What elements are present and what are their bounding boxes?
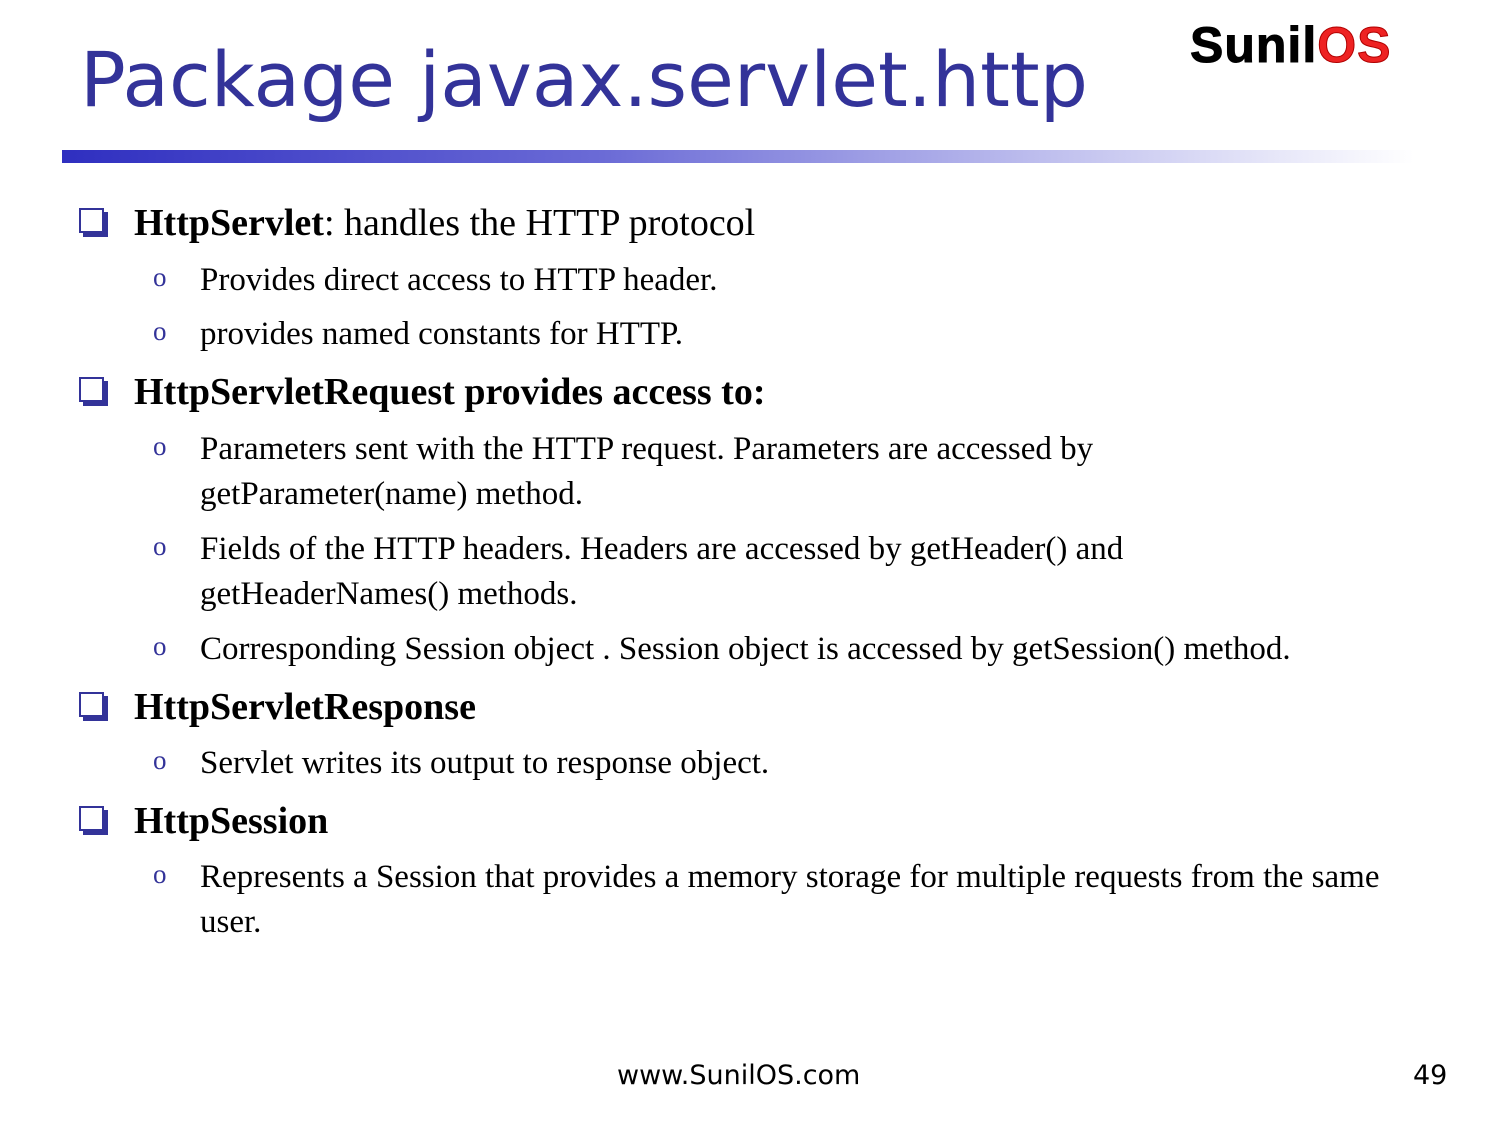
square-bullet-icon	[79, 377, 104, 402]
slide-title: Package javax.servlet.http	[80, 35, 1088, 124]
bullet-term: HttpServlet	[134, 202, 324, 244]
square-bullet-icon	[79, 208, 104, 233]
footer-url: www.SunilOS.com	[617, 1060, 861, 1091]
square-bullet-icon	[79, 692, 104, 717]
sub-bullet: o Fields of the HTTP headers. Headers ar…	[153, 527, 1280, 617]
sunilos-logo: SunilOS	[1189, 17, 1392, 73]
square-bullet-icon	[79, 806, 104, 831]
sub-bullet-text: Corresponding Session object . Session o…	[200, 631, 1291, 667]
circle-bullet-icon: o	[153, 316, 167, 346]
bullet-httpsession: HttpSession	[79, 799, 329, 843]
circle-bullet-icon: o	[153, 531, 167, 561]
sub-bullet-text: Provides direct access to HTTP header.	[200, 262, 718, 298]
bullet-httpservletresponse: HttpServletResponse	[79, 685, 476, 729]
sub-bullet-text: provides named constants for HTTP.	[200, 316, 683, 352]
sub-bullet: o Corresponding Session object . Session…	[153, 627, 1480, 672]
circle-bullet-icon: o	[153, 431, 167, 461]
sub-bullet-text: Parameters sent with the HTTP request. P…	[200, 431, 1094, 512]
page-number: 49	[1413, 1060, 1448, 1091]
bullet-httpservlet: HttpServlet: handles the HTTP protocol	[79, 201, 756, 245]
sub-bullet-text: Represents a Session that provides a mem…	[200, 859, 1380, 940]
logo-text-os: OS	[1317, 17, 1392, 73]
bullet-httpservletrequest: HttpServletRequest provides access to:	[79, 370, 766, 414]
circle-bullet-icon: o	[153, 631, 167, 661]
circle-bullet-icon: o	[153, 859, 167, 889]
circle-bullet-icon: o	[153, 745, 167, 775]
sub-bullet: o Provides direct access to HTTP header.	[153, 258, 1430, 303]
sub-bullet-text: Fields of the HTTP headers. Headers are …	[200, 531, 1124, 612]
sub-bullet: o Parameters sent with the HTTP request.…	[153, 427, 1280, 517]
logo-text-sunil: Sunil	[1189, 17, 1318, 73]
sub-bullet: o Servlet writes its output to response …	[153, 741, 1430, 786]
sub-bullet: o provides named constants for HTTP.	[153, 312, 1430, 357]
title-divider	[62, 150, 1414, 163]
bullet-term: HttpServletRequest provides access to:	[134, 371, 766, 413]
circle-bullet-icon: o	[153, 262, 167, 292]
bullet-text: : handles the HTTP protocol	[323, 202, 756, 244]
bullet-term: HttpServletResponse	[134, 686, 476, 728]
sub-bullet: o Represents a Session that provides a m…	[153, 855, 1420, 945]
bullet-term: HttpSession	[134, 800, 329, 842]
sub-bullet-text: Servlet writes its output to response ob…	[200, 745, 770, 781]
